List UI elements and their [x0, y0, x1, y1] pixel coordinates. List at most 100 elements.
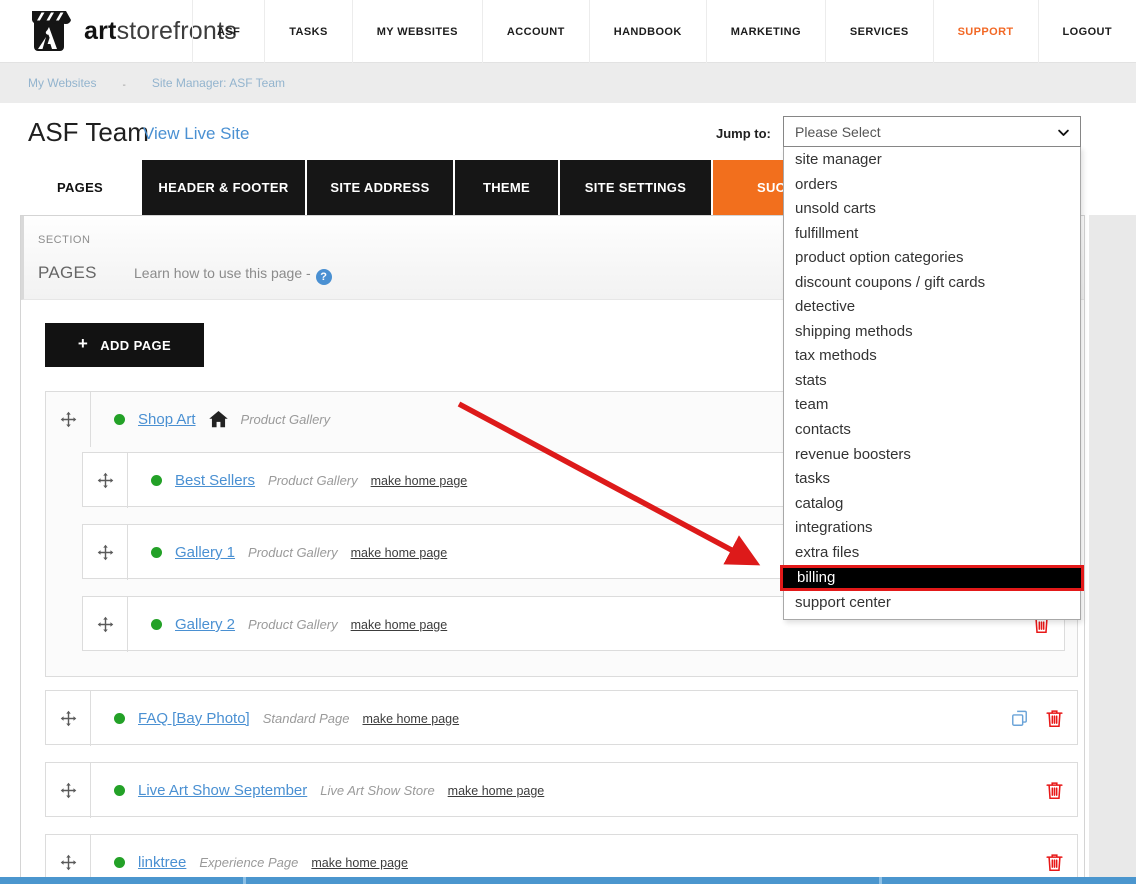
page-link[interactable]: Gallery 1	[175, 544, 235, 561]
page-link[interactable]: Live Art Show September	[138, 782, 307, 799]
tab-site-address[interactable]: SITE ADDRESS	[307, 160, 453, 215]
nav-item-logout[interactable]: LOGOUT	[1038, 0, 1136, 63]
jump-option-fulfillment[interactable]: fulfillment	[784, 222, 1080, 247]
section-title: PAGES	[38, 263, 97, 283]
drag-handle[interactable]	[83, 453, 128, 508]
breadcrumb: My Websites - Site Manager: ASF Team	[0, 63, 1136, 103]
page-link[interactable]: Gallery 2	[175, 616, 235, 633]
page-link[interactable]: linktree	[138, 854, 186, 871]
jump-option-extra-files[interactable]: extra files	[784, 541, 1080, 566]
move-icon	[60, 710, 77, 727]
page-link[interactable]: Best Sellers	[175, 472, 255, 489]
jump-option-tax-methods[interactable]: tax methods	[784, 344, 1080, 369]
nav-item-services[interactable]: SERVICES	[825, 0, 933, 63]
jump-option-orders[interactable]: orders	[784, 173, 1080, 198]
status-dot	[151, 475, 162, 486]
drag-handle[interactable]	[83, 597, 128, 652]
page-type-label: Product Gallery	[248, 617, 338, 632]
nav-item-marketing[interactable]: MARKETING	[706, 0, 825, 63]
jump-option-billing-highlighted[interactable]: billing	[780, 565, 1084, 591]
drag-handle[interactable]	[83, 525, 128, 580]
drag-handle[interactable]	[46, 763, 91, 818]
plus-icon: +	[78, 334, 88, 354]
move-icon	[60, 411, 77, 428]
tab-header-footer[interactable]: HEADER & FOOTER	[142, 160, 305, 215]
site-manager-tabs: PAGES HEADER & FOOTER SITE ADDRESS THEME…	[20, 160, 866, 215]
copy-icon	[1010, 709, 1029, 728]
nav-item-asf[interactable]: ASF	[192, 0, 264, 63]
jump-option-tasks[interactable]: tasks	[784, 467, 1080, 492]
make-home-page-link[interactable]: make home page	[351, 618, 448, 632]
jump-option-support-center[interactable]: support center	[784, 591, 1080, 616]
jump-to-select[interactable]: Please Select	[783, 116, 1081, 147]
make-home-page-link[interactable]: make home page	[311, 856, 408, 870]
jump-to-selected-value: Please Select	[795, 124, 881, 140]
page-link[interactable]: Shop Art	[138, 411, 196, 428]
jump-option-catalog[interactable]: catalog	[784, 492, 1080, 517]
drag-handle[interactable]	[46, 392, 91, 447]
page-type-label: Product Gallery	[241, 412, 331, 427]
page-link[interactable]: FAQ [Bay Photo]	[138, 710, 250, 727]
nav-item-handbook[interactable]: HANDBOOK	[589, 0, 706, 63]
duplicate-page-button[interactable]	[1010, 709, 1029, 728]
move-icon	[97, 472, 114, 489]
page-type-label: Product Gallery	[248, 545, 338, 560]
trash-icon	[1046, 709, 1063, 728]
bottom-scroll-bar[interactable]	[0, 877, 1136, 884]
jump-option-contacts[interactable]: contacts	[784, 418, 1080, 443]
jump-option-stats[interactable]: stats	[784, 369, 1080, 394]
tab-theme[interactable]: THEME	[455, 160, 558, 215]
page-title: ASF Team	[28, 117, 149, 148]
move-icon	[60, 782, 77, 799]
section-help-text: Learn how to use this page -?	[134, 265, 332, 285]
nav-item-support[interactable]: SUPPORT	[933, 0, 1038, 63]
main-nav: ASF TASKS MY WEBSITES ACCOUNT HANDBOOK M…	[192, 0, 1136, 63]
tab-pages[interactable]: PAGES	[20, 160, 140, 215]
page-type-label: Product Gallery	[268, 473, 358, 488]
delete-page-button[interactable]	[1046, 709, 1063, 728]
status-dot	[114, 414, 125, 425]
jump-option-integrations[interactable]: integrations	[784, 516, 1080, 541]
jump-option-discount-coupons[interactable]: discount coupons / gift cards	[784, 271, 1080, 296]
jump-to-dropdown-menu: site manager orders unsold carts fulfill…	[783, 146, 1081, 620]
status-dot	[151, 547, 162, 558]
jump-option-site-manager[interactable]: site manager	[784, 148, 1080, 173]
page-type-label: Experience Page	[199, 855, 298, 870]
make-home-page-link[interactable]: make home page	[351, 546, 448, 560]
nav-item-my-websites[interactable]: MY WEBSITES	[352, 0, 482, 63]
view-live-site-link[interactable]: View Live Site	[143, 124, 249, 144]
jump-option-shipping-methods[interactable]: shipping methods	[784, 320, 1080, 345]
jump-option-team[interactable]: team	[784, 393, 1080, 418]
question-circle-icon[interactable]: ?	[316, 269, 332, 285]
jump-option-detective[interactable]: detective	[784, 295, 1080, 320]
home-icon	[209, 411, 228, 428]
section-eyebrow: SECTION	[38, 234, 90, 246]
jump-option-revenue-boosters[interactable]: revenue boosters	[784, 443, 1080, 468]
bottom-bar-divider	[879, 877, 882, 884]
jump-option-product-option-categories[interactable]: product option categories	[784, 246, 1080, 271]
delete-page-button[interactable]	[1046, 781, 1063, 800]
bottom-bar-divider	[243, 877, 246, 884]
make-home-page-link[interactable]: make home page	[362, 712, 459, 726]
make-home-page-link[interactable]: make home page	[371, 474, 468, 488]
tab-site-settings[interactable]: SITE SETTINGS	[560, 160, 711, 215]
jump-to-label: Jump to:	[716, 126, 771, 141]
nav-item-tasks[interactable]: TASKS	[264, 0, 351, 63]
move-icon	[60, 854, 77, 871]
chevron-down-icon	[1056, 125, 1071, 140]
make-home-page-link[interactable]: make home page	[448, 784, 545, 798]
breadcrumb-site-manager[interactable]: Site Manager: ASF Team	[152, 76, 285, 90]
trash-icon	[1046, 781, 1063, 800]
breadcrumb-separator: -	[122, 80, 125, 91]
artstorefronts-logo-icon	[24, 7, 74, 55]
delete-page-button[interactable]	[1046, 853, 1063, 872]
status-dot	[151, 619, 162, 630]
status-dot	[114, 785, 125, 796]
drag-handle[interactable]	[46, 691, 91, 746]
jump-option-unsold-carts[interactable]: unsold carts	[784, 197, 1080, 222]
move-icon	[97, 616, 114, 633]
breadcrumb-my-websites[interactable]: My Websites	[28, 76, 96, 90]
nav-item-account[interactable]: ACCOUNT	[482, 0, 589, 63]
add-page-button[interactable]: + ADD PAGE	[45, 323, 204, 367]
move-icon	[97, 544, 114, 561]
